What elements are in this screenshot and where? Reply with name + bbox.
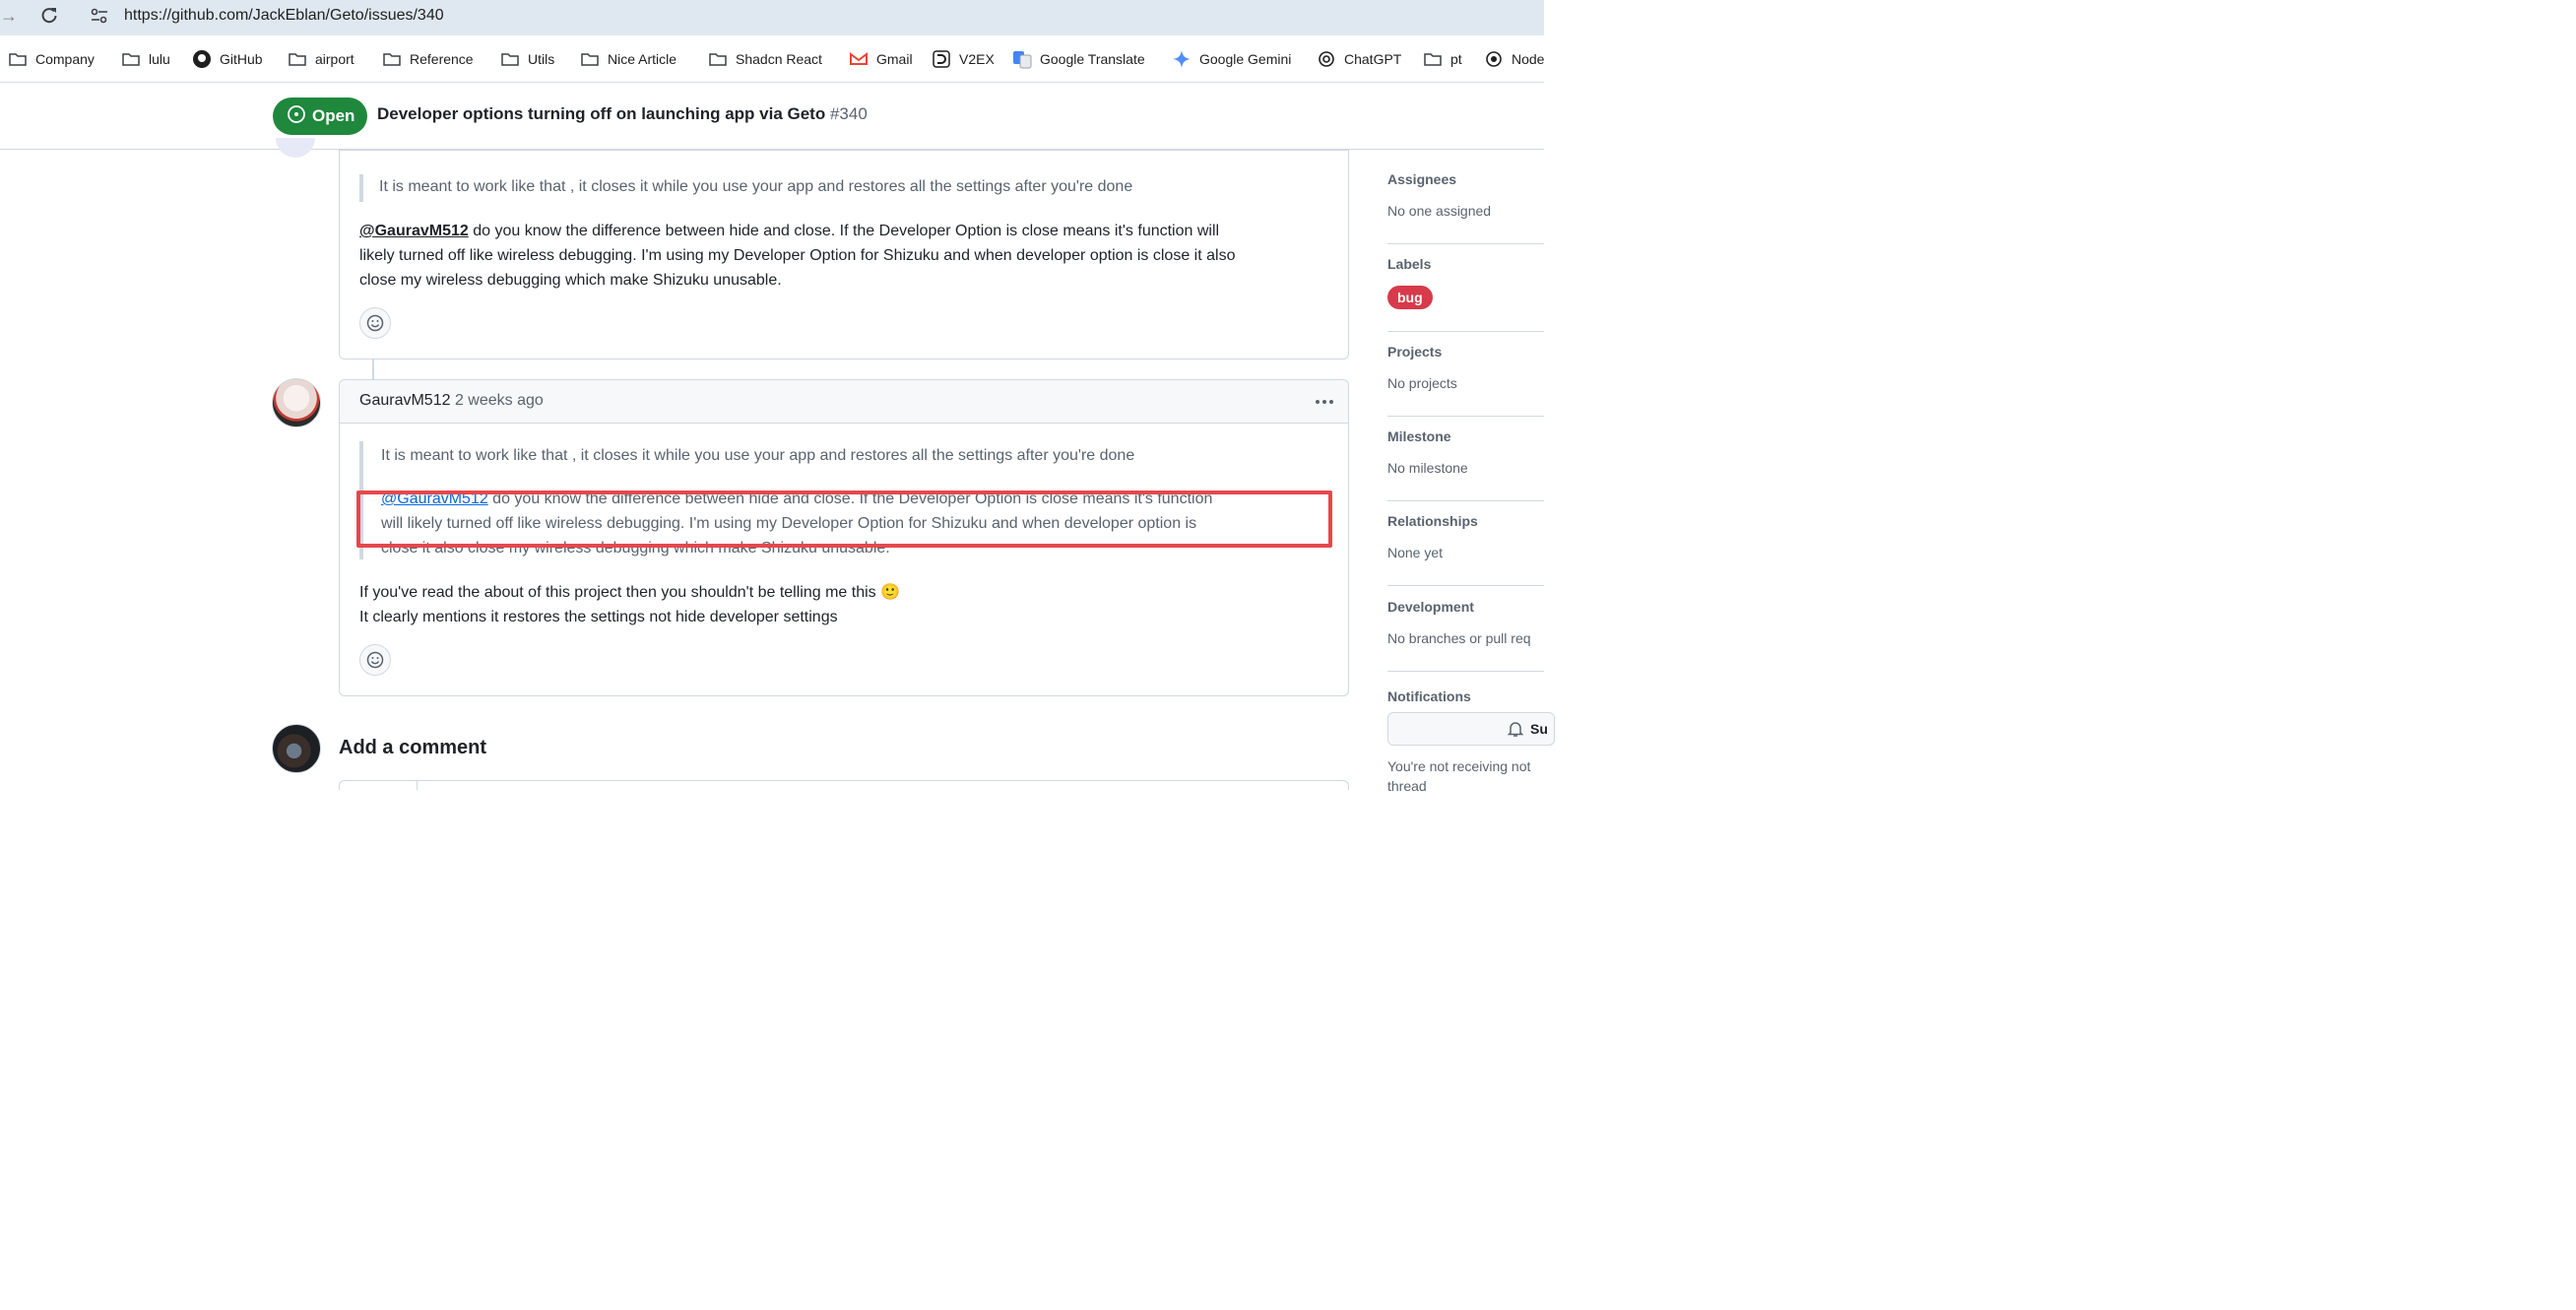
sidebar-divider (1387, 416, 1544, 417)
sidebar-divider (1387, 585, 1544, 586)
sidebar-divider (1387, 243, 1544, 244)
gemini-star-icon (1172, 49, 1191, 69)
node-icon (1484, 49, 1504, 69)
folder-icon (382, 49, 402, 69)
comment-header: GauravM512 2 weeks ago (340, 380, 1348, 424)
comment-author-link[interactable]: GauravM512 (359, 392, 451, 409)
folder-icon (708, 49, 728, 69)
reload-icon[interactable] (39, 5, 59, 27)
sidebar-divider (1387, 331, 1544, 332)
user-mention-link[interactable]: @GauravM512 (359, 223, 469, 239)
sidebar-notifications-title: Notifications (1387, 688, 1471, 704)
comment-body: @GauravM512 do you know the difference b… (359, 223, 1236, 289)
bookmark-google-translate[interactable]: Google Translate (1012, 49, 1145, 69)
issue-title: Developer options turning off on launchi… (377, 104, 868, 123)
notifications-status-text: You're not receiving not thread (1387, 758, 1531, 794)
forward-arrow-icon[interactable]: → (0, 6, 18, 26)
bookmark-chatgpt[interactable]: ChatGPT (1317, 49, 1401, 69)
issue-status-badge: Open (273, 98, 367, 135)
smiley-icon (366, 314, 384, 332)
comment-quote: It is meant to work like that , it close… (359, 174, 1324, 202)
more-options-icon[interactable] (1313, 390, 1336, 414)
comment-body: If you've read the about of this project… (359, 584, 901, 625)
comment-timestamp[interactable]: 2 weeks ago (455, 392, 544, 409)
comment-card: It is meant to work like that , it close… (339, 150, 1349, 360)
bookmark-pt[interactable]: pt (1423, 49, 1462, 69)
add-reaction-button[interactable] (359, 644, 391, 676)
comment-editor[interactable] (339, 780, 1349, 790)
bookmark-gmail[interactable]: Gmail (849, 49, 913, 69)
sidebar-projects-value: No projects (1387, 375, 1457, 391)
sidebar-relationships-value: None yet (1387, 545, 1444, 560)
avatar[interactable] (272, 378, 321, 427)
site-settings-icon[interactable] (89, 5, 110, 27)
bookmark-google-gemini[interactable]: Google Gemini (1172, 49, 1291, 69)
highlight-annotation (356, 491, 1332, 548)
folder-icon (288, 49, 307, 69)
bookmark-utils[interactable]: Utils (500, 49, 554, 69)
sidebar-development-title[interactable]: Development (1387, 599, 1544, 615)
timeline-connector (372, 359, 374, 380)
sidebar-development-value: No branches or pull req (1387, 630, 1531, 646)
sidebar-notifications: Notifications (1387, 688, 1544, 704)
folder-icon (500, 49, 520, 69)
bookmark-lulu[interactable]: lulu (121, 49, 170, 69)
editor-tab-write[interactable] (339, 780, 418, 790)
browser-address-row: → https://github.com/JackEblan/Geto/issu… (0, 0, 1544, 35)
sidebar-relationships-title[interactable]: Relationships (1387, 513, 1544, 529)
sidebar-projects: Projects No projects (1387, 344, 1544, 391)
bell-icon (1507, 722, 1524, 737)
sidebar-milestone-title[interactable]: Milestone (1387, 428, 1544, 444)
sidebar-milestone-value: No milestone (1387, 460, 1468, 476)
sidebar-labels: Labels bug (1387, 256, 1544, 309)
bookmarks-bar: Company lulu GitHub airport Reference Ut… (0, 35, 1544, 83)
bookmark-company[interactable]: Company (8, 49, 95, 69)
add-comment-heading: Add a comment (339, 737, 487, 758)
sidebar-assignees-value: No one assigned (1387, 203, 1492, 219)
folder-icon (121, 49, 141, 69)
sidebar-assignees-title[interactable]: Assignees (1387, 171, 1544, 187)
sidebar-relationships: Relationships None yet (1387, 513, 1544, 560)
subscribe-button[interactable]: Su (1387, 712, 1555, 746)
label-bug[interactable]: bug (1387, 286, 1433, 309)
bookmark-github[interactable]: GitHub (192, 49, 263, 69)
address-bar-url[interactable]: https://github.com/JackEblan/Geto/issues… (124, 5, 444, 27)
folder-icon (1423, 49, 1443, 69)
bookmark-shadcn-react[interactable]: Shadcn React (708, 49, 822, 69)
sidebar-assignees: Assignees No one assigned (1387, 171, 1544, 219)
issue-open-icon (287, 104, 306, 129)
avatar[interactable] (276, 138, 315, 158)
smiley-icon (366, 651, 384, 669)
bookmark-airport[interactable]: airport (288, 49, 354, 69)
folder-icon (8, 49, 28, 69)
bookmark-nice-article[interactable]: Nice Article (580, 49, 676, 69)
gmail-icon (849, 49, 869, 69)
folder-icon (580, 49, 600, 69)
sidebar-labels-title[interactable]: Labels (1387, 256, 1544, 272)
bookmark-node[interactable]: Node (1484, 49, 1544, 69)
issue-number: #340 (829, 104, 868, 123)
sidebar-divider (1387, 500, 1544, 501)
github-icon (192, 49, 212, 69)
v2ex-icon (932, 49, 951, 69)
add-reaction-button[interactable] (359, 307, 391, 339)
chatgpt-icon (1317, 49, 1336, 69)
sidebar-divider (1387, 671, 1544, 672)
bookmark-reference[interactable]: Reference (382, 49, 474, 69)
issue-sticky-header: Open Developer options turning off on la… (0, 83, 1544, 150)
avatar[interactable] (272, 724, 321, 773)
bookmark-v2ex[interactable]: V2EX (932, 49, 995, 69)
translate-icon (1012, 49, 1032, 69)
sidebar-development: Development No branches or pull req (1387, 599, 1544, 646)
sidebar-projects-title[interactable]: Projects (1387, 344, 1544, 360)
sidebar-milestone: Milestone No milestone (1387, 428, 1544, 476)
